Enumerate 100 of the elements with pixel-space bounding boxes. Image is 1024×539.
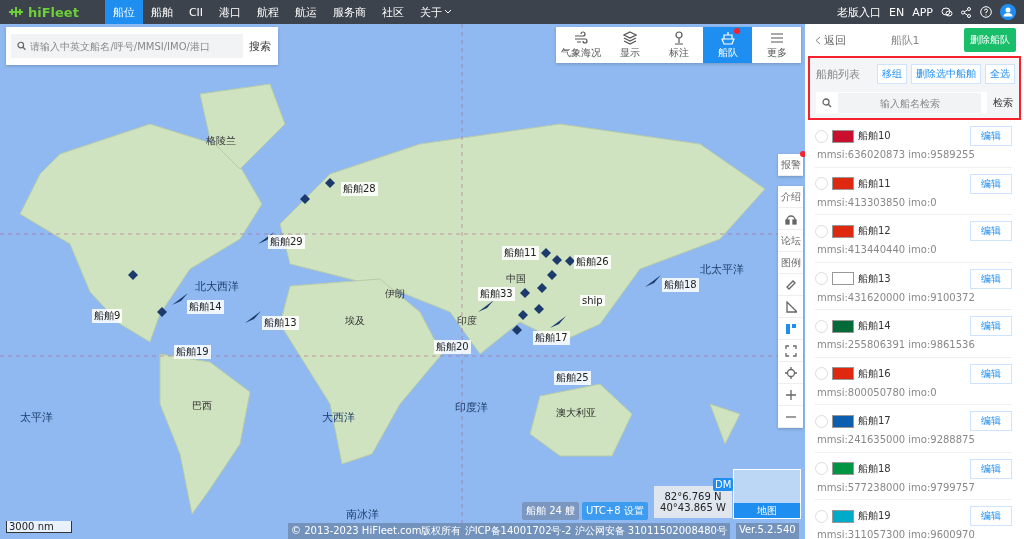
ship-label[interactable]: 船舶18	[662, 278, 699, 292]
toolbar-button[interactable]: 更多	[752, 27, 801, 63]
edit-button[interactable]: 编辑	[970, 268, 1012, 289]
ship-label[interactable]: 船舶9	[92, 309, 123, 323]
edit-button[interactable]: 编辑	[970, 316, 1012, 337]
ship-name: 船舶18	[858, 461, 892, 476]
ship-marker-icon[interactable]	[128, 270, 138, 280]
toolbar-button[interactable]: 显示	[605, 27, 654, 63]
layout-icon	[784, 322, 797, 335]
ship-label[interactable]: 船舶28	[341, 182, 378, 196]
side-tool-button[interactable]: 图例	[778, 252, 803, 274]
logo-icon	[8, 6, 24, 18]
ship-label[interactable]: ship	[580, 295, 605, 306]
side-icon-button[interactable]	[778, 340, 803, 362]
ship-label[interactable]: 船舶25	[554, 371, 591, 385]
ship-label[interactable]: 船舶19	[174, 345, 211, 359]
radio-button[interactable]	[815, 319, 828, 333]
side-tool-button[interactable]: 介绍	[778, 186, 803, 208]
nav-tab[interactable]: 社区	[374, 0, 413, 24]
edit-button[interactable]: 编辑	[970, 173, 1012, 194]
search-button[interactable]: 检索	[991, 96, 1015, 110]
side-icon-button[interactable]	[778, 406, 803, 428]
ship-marker-icon[interactable]	[547, 270, 557, 280]
side-icon-button[interactable]	[778, 362, 803, 384]
nav-tab[interactable]: CII	[180, 0, 212, 24]
back-button[interactable]: 返回	[815, 32, 846, 48]
list-action-button[interactable]: 删除选中船舶	[911, 64, 981, 84]
ship-marker-icon[interactable]	[541, 248, 551, 258]
ship-marker-icon[interactable]	[552, 255, 562, 265]
side-icon-button[interactable]	[778, 384, 803, 406]
nav-tab[interactable]: 港口	[211, 0, 250, 24]
ship-label[interactable]: 船舶17	[533, 331, 570, 345]
ship-marker-icon[interactable]	[512, 325, 522, 335]
edit-button[interactable]: 编辑	[970, 126, 1012, 147]
ship-marker-icon[interactable]	[245, 311, 261, 323]
radio-button[interactable]	[815, 129, 828, 143]
list-action-button[interactable]: 移组	[877, 64, 907, 84]
side-icon-button[interactable]	[778, 296, 803, 318]
ship-marker-icon[interactable]	[565, 256, 575, 266]
avatar-icon[interactable]	[1000, 4, 1016, 20]
radio-button[interactable]	[815, 414, 828, 428]
ship-marker-icon[interactable]	[518, 310, 528, 320]
ship-marker-icon[interactable]	[325, 178, 335, 188]
ship-label[interactable]: 船舶14	[187, 300, 224, 314]
side-tool-button[interactable]: 报警	[778, 154, 803, 176]
search-icon	[17, 41, 27, 51]
radio-button[interactable]	[815, 462, 828, 476]
ship-marker-icon[interactable]	[550, 316, 566, 328]
edit-button[interactable]: 编辑	[970, 458, 1012, 479]
ship-marker-icon[interactable]	[172, 293, 188, 305]
search-button[interactable]: 搜索	[247, 38, 273, 54]
ocean-label: 北太平洋	[700, 262, 744, 277]
ship-label[interactable]: 船舶26	[574, 255, 611, 269]
ship-label[interactable]: 船舶13	[262, 316, 299, 330]
nav-link[interactable]: APP	[912, 5, 933, 19]
ship-marker-icon[interactable]	[537, 283, 547, 293]
ship-marker-icon[interactable]	[300, 194, 310, 204]
toolbar-button[interactable]: 标注	[654, 27, 703, 63]
nav-link[interactable]: 老版入口	[837, 4, 881, 20]
side-tool-button[interactable]: 论坛	[778, 230, 803, 252]
share-icon[interactable]	[961, 6, 972, 18]
nav-tab[interactable]: 服务商	[325, 0, 375, 24]
chevron-down-icon	[444, 8, 453, 16]
ship-marker-icon[interactable]	[520, 288, 530, 298]
nav-tab[interactable]: 航运	[287, 0, 326, 24]
ship-label[interactable]: 船舶20	[434, 340, 471, 354]
edit-button[interactable]: 编辑	[970, 506, 1012, 527]
radio-button[interactable]	[815, 177, 828, 191]
country-label: 中国	[506, 272, 526, 286]
toolbar-button[interactable]: 气象海况	[556, 27, 605, 63]
side-icon-button[interactable]	[778, 208, 803, 230]
help-icon[interactable]	[980, 6, 992, 18]
nav-tab[interactable]: 航程	[249, 0, 288, 24]
edit-button[interactable]: 编辑	[970, 363, 1012, 384]
side-icon-button[interactable]	[778, 318, 803, 340]
chat-icon[interactable]	[941, 6, 953, 18]
scale-bar: 3000 nm	[6, 521, 72, 533]
nav-link[interactable]: EN	[889, 5, 905, 19]
side-icon-button[interactable]	[778, 274, 803, 296]
ship-label[interactable]: 船舶33	[478, 287, 515, 301]
radio-button[interactable]	[815, 272, 828, 286]
ship-marker-icon[interactable]	[157, 307, 167, 317]
edit-button[interactable]: 编辑	[970, 221, 1012, 242]
radio-button[interactable]	[815, 224, 828, 238]
version-text: Ver.5.2.540	[735, 523, 799, 539]
ocean-label: 大西洋	[322, 410, 355, 425]
radio-button[interactable]	[815, 509, 828, 523]
search-field[interactable]: 请输入中英文船名/呼号/MMSI/IMO/港口	[11, 34, 243, 58]
ship-label[interactable]: 船舶29	[268, 235, 305, 249]
ship-marker-icon[interactable]	[645, 275, 661, 287]
ship-label[interactable]: 船舶11	[502, 246, 539, 260]
zoom-in-icon	[784, 388, 797, 401]
ship-search-field[interactable]: 输入船名检索	[816, 92, 987, 114]
radio-button[interactable]	[815, 367, 828, 381]
nav-tab[interactable]: 关于	[412, 0, 461, 24]
headset-icon	[784, 212, 797, 225]
nav-tab[interactable]: 船舶	[142, 0, 181, 24]
list-action-button[interactable]: 全选	[985, 64, 1015, 84]
edit-button[interactable]: 编辑	[970, 411, 1012, 432]
ship-marker-icon[interactable]	[534, 304, 544, 314]
